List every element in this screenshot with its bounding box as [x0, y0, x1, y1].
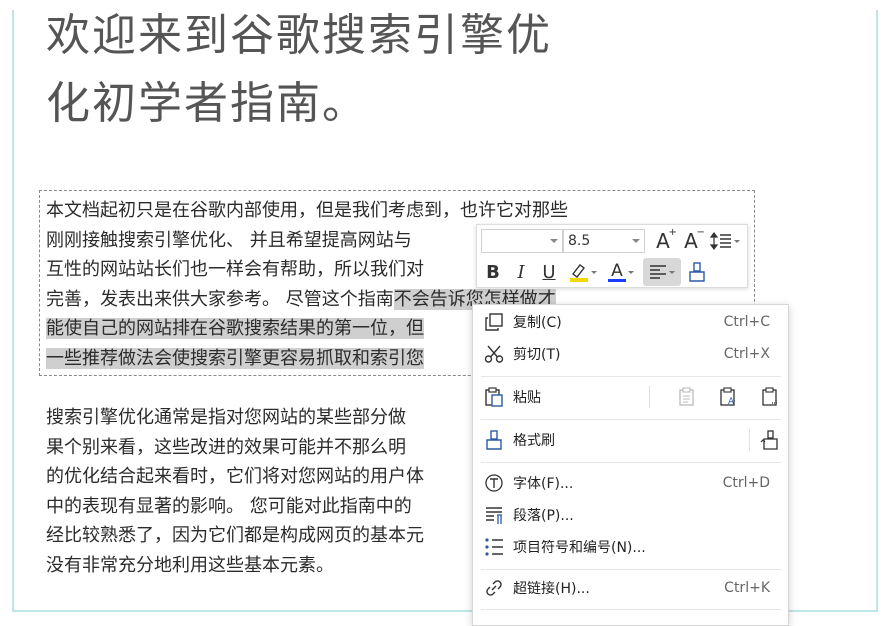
hyperlink-shortcut: Ctrl+K — [724, 580, 770, 596]
selected-text: 能使自己的网站排在谷歌搜索结果的第一位，但 — [46, 318, 424, 339]
menu-separator — [481, 569, 781, 570]
grow-font-button[interactable]: A + — [651, 227, 677, 254]
line-spacing-icon — [710, 232, 731, 250]
align-button[interactable] — [643, 258, 681, 286]
line-text: 完善，发表出来供大家参考。 尽管这个指南 — [46, 288, 394, 310]
svg-text:A: A — [728, 397, 735, 407]
line-text: 本文档起初只是在谷歌内部使用，但是我们考虑到，也许它对那些 — [46, 200, 568, 221]
brush-icon — [689, 262, 705, 282]
menu-item-paragraph[interactable]: 段落(P)... — [473, 500, 788, 530]
font-size-value: 8.5 — [568, 233, 591, 249]
paragraph-line[interactable]: 经比较熟悉了，因为它们都是构成网页的基本元 — [46, 521, 424, 551]
font-color-button[interactable]: A — [605, 259, 637, 285]
menu-item-bullets[interactable]: 项目符号和编号(N)... — [473, 532, 788, 562]
menu-item-font[interactable]: 字体(F)... Ctrl+D — [473, 468, 788, 498]
context-menu: 复制(C) Ctrl+C 剪切(T) Ctrl+X 粘贴 A 格式刷 字体(F)… — [472, 304, 789, 626]
menu-item-hyperlink[interactable]: 超链接(H)... Ctrl+K — [473, 573, 788, 603]
shrink-font-icon: A − — [684, 227, 705, 253]
paragraph-line[interactable]: 搜索引擎优化通常是指对您网站的某些部分做 — [46, 403, 406, 433]
chevron-down-icon — [632, 239, 640, 243]
font-shortcut: Ctrl+D — [722, 475, 770, 491]
paragraph-line[interactable]: 果个别来看，这些改进的效果可能并不那么明 — [46, 433, 406, 463]
menu-separator — [481, 609, 781, 610]
paragraph-line[interactable]: 的优化结合起来看时，它们将对您网站的用户体 — [46, 462, 424, 492]
paste-icon — [483, 386, 505, 408]
paragraph-label: 段落(P)... — [513, 508, 574, 524]
paragraph-line[interactable]: 能使自己的网站排在谷歌搜索结果的第一位，但 — [46, 314, 424, 344]
bullets-label: 项目符号和编号(N)... — [513, 540, 646, 556]
bullet-list-icon — [483, 536, 505, 558]
format-painter-quick-icon[interactable] — [759, 429, 781, 451]
copy-label: 复制(C) — [513, 315, 562, 331]
paste-format-icon[interactable]: A — [717, 386, 739, 408]
paragraph-line[interactable]: 中的表现有显著的影响。 您可能对此指南中的 — [46, 492, 412, 522]
chevron-down-icon — [550, 239, 558, 243]
menu-item-paste[interactable]: 粘贴 A — [473, 382, 788, 412]
menu-item-copy[interactable]: 复制(C) Ctrl+C — [473, 307, 788, 337]
font-color-icon: A — [608, 260, 626, 282]
bold-button[interactable]: B — [481, 259, 505, 285]
menu-separator — [481, 376, 781, 377]
font-icon — [483, 472, 505, 494]
paste-label: 粘贴 — [513, 390, 541, 406]
hyperlink-icon — [483, 577, 505, 599]
paste-keep-text-icon[interactable] — [676, 386, 698, 408]
format-painter-icon — [483, 429, 505, 451]
menu-separator — [481, 462, 781, 463]
copy-shortcut: Ctrl+C — [723, 314, 770, 330]
brush-button[interactable] — [685, 259, 709, 285]
hyperlink-label: 超链接(H)... — [513, 581, 590, 597]
highlighter-icon — [570, 264, 588, 282]
menu-item-format-painter[interactable]: 格式刷 — [473, 425, 788, 455]
line-text: 互性的网站站长们也一样会有帮助，所以我们对 — [46, 259, 424, 280]
line-text: 刚刚接触搜索引擎优化、 并且希望提高网站与 — [46, 229, 412, 251]
highlight-color-button[interactable] — [567, 259, 599, 285]
cut-label: 剪切(T) — [513, 347, 561, 363]
shrink-font-button[interactable]: A − — [679, 227, 705, 254]
paragraph-line[interactable]: 刚刚接触搜索引擎优化、 并且希望提高网站与 — [46, 226, 412, 256]
grow-font-icon: A + — [656, 227, 677, 253]
menu-separator — [481, 419, 781, 420]
underline-button[interactable]: U — [537, 259, 561, 285]
font-name-dropdown[interactable] — [481, 229, 563, 253]
line-spacing-button[interactable] — [707, 228, 743, 254]
copy-icon — [483, 311, 505, 333]
italic-button[interactable]: I — [509, 259, 533, 285]
paste-special-icon[interactable] — [759, 386, 781, 408]
format-painter-label: 格式刷 — [513, 433, 555, 449]
cut-shortcut: Ctrl+X — [723, 346, 770, 362]
menu-vertical-separator — [749, 429, 750, 451]
cut-icon — [483, 343, 505, 365]
paragraph-line[interactable]: 一些推荐做法会使搜索引擎更容易抓取和索引您 — [46, 344, 424, 374]
menu-item-cut[interactable]: 剪切(T) Ctrl+X — [473, 339, 788, 369]
align-icon — [650, 265, 666, 279]
paragraph-line[interactable]: 互性的网站站长们也一样会有帮助，所以我们对 — [46, 255, 424, 285]
font-label: 字体(F)... — [513, 476, 574, 492]
paragraph-icon — [483, 504, 505, 526]
font-color-letter: A — [611, 260, 623, 281]
document-title: 欢迎来到谷歌搜索引擎优 化初学者指南。 — [46, 10, 552, 129]
font-size-dropdown[interactable]: 8.5 — [563, 229, 645, 253]
paragraph-line[interactable]: 没有非常充分地利用这些基本元素。 — [46, 551, 334, 581]
selected-text: 一些推荐做法会使搜索引擎更容易抓取和索引您 — [46, 347, 424, 369]
paragraph-line[interactable]: 本文档起初只是在谷歌内部使用，但是我们考虑到，也许它对那些 — [46, 196, 568, 226]
floating-format-toolbar: 8.5 A + A − B I U A — [476, 224, 748, 288]
menu-vertical-separator — [649, 386, 650, 408]
